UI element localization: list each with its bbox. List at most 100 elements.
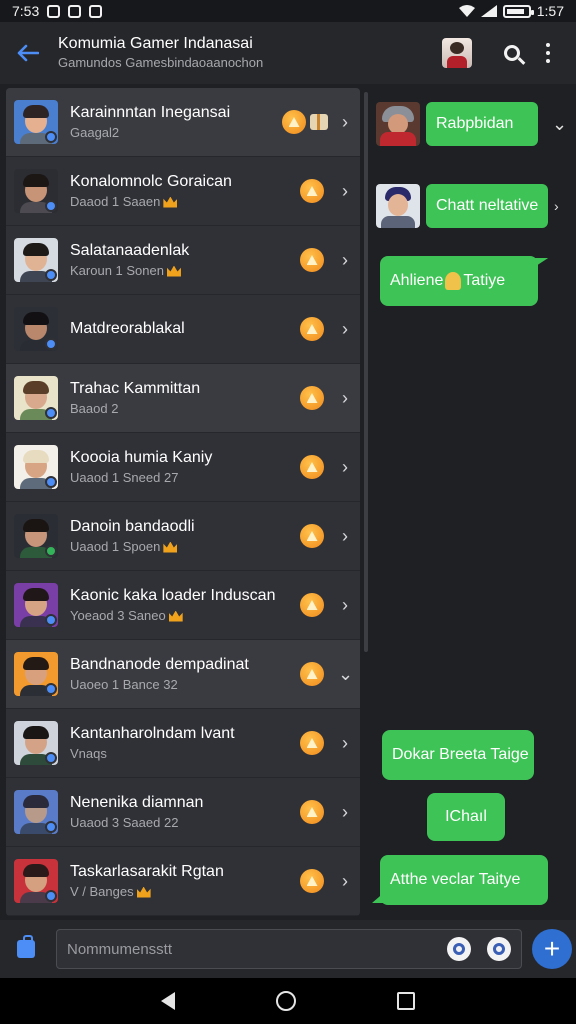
list-item-text: Kaonic kaka loader Induscan Yoeaod 3 Sane…	[70, 585, 300, 625]
member-status: Uaaod 1 Spoen	[70, 538, 300, 556]
chat-avatar[interactable]	[376, 184, 420, 228]
member-status-text: Uaaod 1 Spoen	[70, 539, 161, 554]
nav-home-icon[interactable]	[275, 991, 296, 1011]
back-button[interactable]	[10, 35, 46, 71]
crown-icon	[163, 541, 178, 553]
nav-back-icon[interactable]	[160, 992, 175, 1010]
star-badge-icon	[300, 662, 324, 686]
crown-icon	[163, 196, 178, 208]
star-badge-icon	[300, 455, 324, 479]
chevron-right-icon[interactable]: ›	[338, 388, 352, 409]
chevron-right-icon[interactable]: ›	[338, 112, 352, 133]
signal-icon	[480, 5, 497, 17]
member-name: Trahac Kammittan	[70, 380, 201, 397]
emoji-button[interactable]	[447, 937, 471, 961]
app-notification-icon	[89, 4, 103, 18]
chat-bubble[interactable]: Dokar Breeta Taige	[382, 730, 534, 780]
list-item-text: Taskarlasarakit Rgtan V / Banges	[70, 861, 300, 901]
chevron-right-icon[interactable]: ›	[338, 250, 352, 271]
camera-button[interactable]	[487, 937, 511, 961]
member-status-text: V / Banges	[70, 884, 134, 899]
crown-icon	[168, 610, 183, 622]
wifi-icon	[458, 5, 475, 17]
search-icon	[504, 45, 520, 61]
verified-badge-icon	[45, 338, 57, 350]
list-item[interactable]: Trahac Kammittan Baaod 2 ›	[6, 364, 360, 433]
list-item[interactable]: Kaonic kaka loader Induscan Yoeaod 3 Sane…	[6, 571, 360, 640]
app-bar: Komumia Gamer Indanasai Gamundos Gamesbi…	[0, 22, 576, 84]
nav-recent-icon[interactable]	[397, 992, 416, 1010]
member-avatar	[14, 721, 58, 765]
notification-icon	[47, 4, 61, 18]
chat-bubble[interactable]: Ahliene Tatiye	[380, 256, 538, 306]
add-button[interactable]: +	[532, 929, 572, 969]
member-name: Matdreorablakal	[70, 320, 185, 337]
member-name: Taskarlasarakit Rgtan	[70, 863, 224, 880]
chat-panel: Rabpbidan ⌄ Chatt neltative › Ahliene Ta…	[370, 88, 576, 916]
message-input[interactable]: Nommumensstt	[56, 929, 522, 969]
member-avatar	[14, 514, 58, 558]
star-badge-icon	[300, 869, 324, 893]
member-avatar	[14, 652, 58, 696]
chat-message-row: Atthe veclar Taitye	[372, 855, 548, 905]
list-item-text: Karainnntan Inegansai Gaagal2	[70, 102, 282, 142]
chat-message-row: IChaıl	[427, 793, 505, 841]
member-avatar	[14, 238, 58, 282]
list-item[interactable]: Salatanaadenlak Karoun 1 Sonen ›	[6, 226, 360, 295]
list-item[interactable]: Konalomnolc Goraican Daaod 1 Saaen ›	[6, 157, 360, 226]
member-avatar	[14, 100, 58, 144]
member-status: Daaod 1 Saaen	[70, 193, 300, 211]
list-item[interactable]: Karainnntan Inegansai Gaagal2 ›	[6, 88, 360, 157]
list-item[interactable]: Koooia humia Kaniy Uaaod 1 Sneed 27 ›	[6, 433, 360, 502]
member-avatar	[14, 790, 58, 834]
more-options-button[interactable]	[530, 35, 566, 71]
member-name: Salatanaadenlak	[70, 242, 190, 259]
status-right: 1:57	[458, 3, 564, 19]
chat-bubble[interactable]: Chatt neltative	[426, 184, 548, 228]
chat-avatar[interactable]	[376, 102, 420, 146]
search-button[interactable]	[494, 35, 530, 71]
verified-badge-icon	[45, 752, 57, 764]
verified-badge-icon	[45, 683, 57, 695]
profile-avatar[interactable]	[442, 38, 472, 68]
attach-button[interactable]	[8, 931, 44, 967]
chevron-right-icon[interactable]: ›	[338, 457, 352, 478]
chevron-right-icon[interactable]: ›	[338, 733, 352, 754]
panel-scrollbar[interactable]	[364, 92, 368, 652]
star-badge-icon	[300, 593, 324, 617]
member-avatar	[14, 859, 58, 903]
list-item[interactable]: Kantanharolndam lvant Vnaqs ›	[6, 709, 360, 778]
member-name: Nenenika diamnan	[70, 794, 204, 811]
member-avatar	[14, 307, 58, 351]
member-name: Koooia humia Kaniy	[70, 449, 213, 466]
member-status-text: Daaod 1 Saaen	[70, 194, 161, 209]
chevron-right-icon[interactable]: ›	[338, 526, 352, 547]
chevron-right-icon[interactable]: ›	[338, 802, 352, 823]
chat-bubble[interactable]: IChaıl	[427, 793, 505, 841]
chat-bubble[interactable]: Atthe veclar Taitye	[372, 855, 548, 905]
chevron-right-icon[interactable]: ›	[338, 871, 352, 892]
list-item[interactable]: Taskarlasarakit Rgtan V / Banges ›	[6, 847, 360, 916]
member-status: Uaaod 1 Sneed 27	[70, 469, 300, 487]
page-subtitle: Gamundos Gamesbindaoaanochon	[58, 55, 264, 70]
chevron-right-icon[interactable]: ›	[338, 595, 352, 616]
back-arrow-icon	[17, 44, 39, 62]
crown-icon	[136, 886, 151, 898]
chevron-right-icon[interactable]: ⌄	[338, 664, 353, 685]
member-status-text: Uaoeo 1 Bance 32	[70, 677, 178, 692]
list-item[interactable]: Nenenika diamnan Uaaod 3 Saaed 22 ›	[6, 778, 360, 847]
star-badge-icon	[300, 179, 324, 203]
list-item[interactable]: Matdreorablakal ›	[6, 295, 360, 364]
member-avatar	[14, 445, 58, 489]
chat-bubble[interactable]: Rabpbidan	[426, 102, 538, 146]
chevron-right-icon[interactable]: ›	[338, 181, 352, 202]
list-item[interactable]: Bandnanode dempadinat Uaoeo 1 Bance 32 ⌄	[6, 640, 360, 709]
chevron-right-icon[interactable]: ›	[338, 319, 352, 340]
message-input-bar: Nommumensstt	[0, 920, 576, 978]
list-item[interactable]: Danoin bandaodli Uaaod 1 Spoen ›	[6, 502, 360, 571]
chevron-down-icon[interactable]: ⌄	[552, 114, 567, 135]
verified-badge-icon	[45, 269, 57, 281]
chevron-right-icon[interactable]: ›	[554, 198, 559, 214]
attach-icon	[17, 935, 35, 958]
list-item-text: Konalomnolc Goraican Daaod 1 Saaen	[70, 171, 300, 211]
